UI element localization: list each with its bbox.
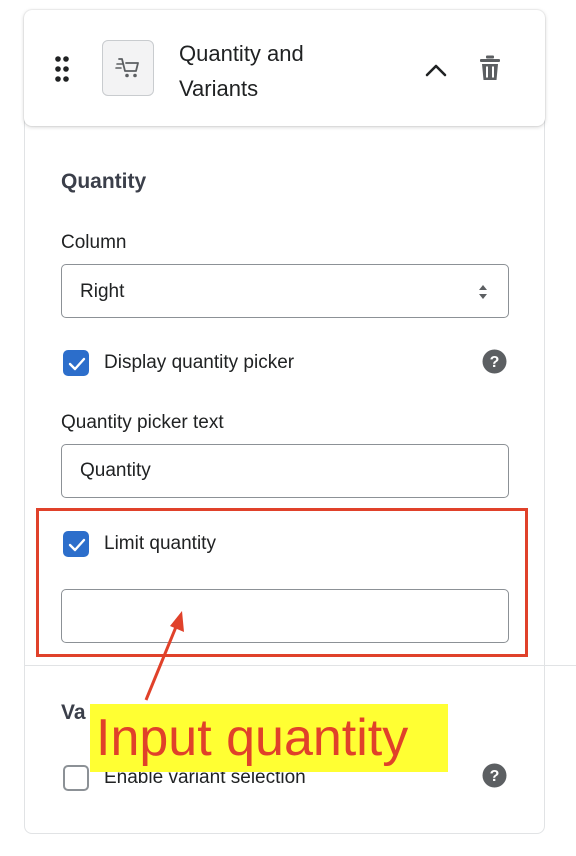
picker-text-input[interactable] xyxy=(61,444,509,498)
column-select-value: Right xyxy=(80,281,125,302)
trash-icon[interactable] xyxy=(478,54,502,82)
enable-variant-checkbox[interactable] xyxy=(63,765,89,791)
svg-text:?: ? xyxy=(490,768,500,785)
help-icon[interactable]: ? xyxy=(482,763,507,788)
annotation-highlight-box xyxy=(36,508,528,657)
help-icon[interactable]: ? xyxy=(482,349,507,374)
display-picker-checkbox[interactable] xyxy=(63,350,89,376)
checkmark-icon xyxy=(68,357,86,371)
block-thumbnail xyxy=(102,40,154,96)
column-label: Column xyxy=(61,232,127,253)
annotation-arrow-icon xyxy=(144,611,184,701)
select-arrows-icon xyxy=(479,285,487,299)
picker-text-label: Quantity picker text xyxy=(61,412,224,433)
chevron-up-icon[interactable] xyxy=(424,62,448,78)
section-divider xyxy=(24,665,576,666)
cart-icon xyxy=(115,58,139,78)
annotation-callout: Input quantity xyxy=(90,704,448,772)
drag-handle-icon[interactable] xyxy=(54,56,70,82)
variants-section-title: Va xyxy=(61,701,86,724)
display-picker-label: Display quantity picker xyxy=(104,352,295,373)
block-title: Quantity and Variants xyxy=(179,41,304,101)
block-header[interactable]: Quantity and Variants xyxy=(24,10,545,126)
quantity-section-title: Quantity xyxy=(61,170,147,193)
column-select[interactable]: Right xyxy=(61,264,509,318)
svg-text:?: ? xyxy=(490,354,500,371)
